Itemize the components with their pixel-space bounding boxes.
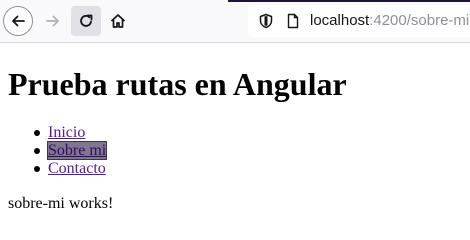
shield-icon[interactable] — [258, 13, 274, 29]
nav-link-contacto[interactable]: Contacto — [48, 160, 106, 177]
nav-item-sobre-mi: Sobre mi — [33, 141, 108, 160]
url-host: localhost — [310, 12, 370, 29]
nav-item-inicio: Inicio — [33, 124, 106, 142]
page-icon[interactable] — [285, 13, 301, 29]
page-title: Prueba rutas en Angular — [8, 66, 347, 102]
tab-strip-edge — [228, 0, 470, 2]
back-button[interactable] — [3, 6, 33, 36]
nav-item-contacto: Contacto — [33, 160, 106, 178]
back-arrow-icon — [12, 15, 25, 27]
nav-list: Inicio Sobre mi Contacto — [33, 124, 108, 178]
forward-button[interactable] — [38, 6, 68, 36]
url-path: :4200/sobre-mi — [369, 12, 470, 29]
nav-link-sobre-mi[interactable]: Sobre mi — [46, 141, 108, 160]
reload-button[interactable] — [71, 6, 101, 36]
browser-toolbar: localhost:4200/sobre-mi — [0, 0, 470, 43]
url-text[interactable]: localhost:4200/sobre-mi — [310, 12, 469, 29]
home-button[interactable] — [103, 6, 133, 36]
forward-arrow-icon — [46, 15, 59, 27]
reload-icon — [80, 14, 93, 27]
home-icon — [110, 14, 126, 28]
component-message: sobre-mi works! — [8, 195, 114, 212]
nav-link-inicio[interactable]: Inicio — [48, 124, 85, 141]
address-bar[interactable]: localhost:4200/sobre-mi — [248, 5, 470, 37]
